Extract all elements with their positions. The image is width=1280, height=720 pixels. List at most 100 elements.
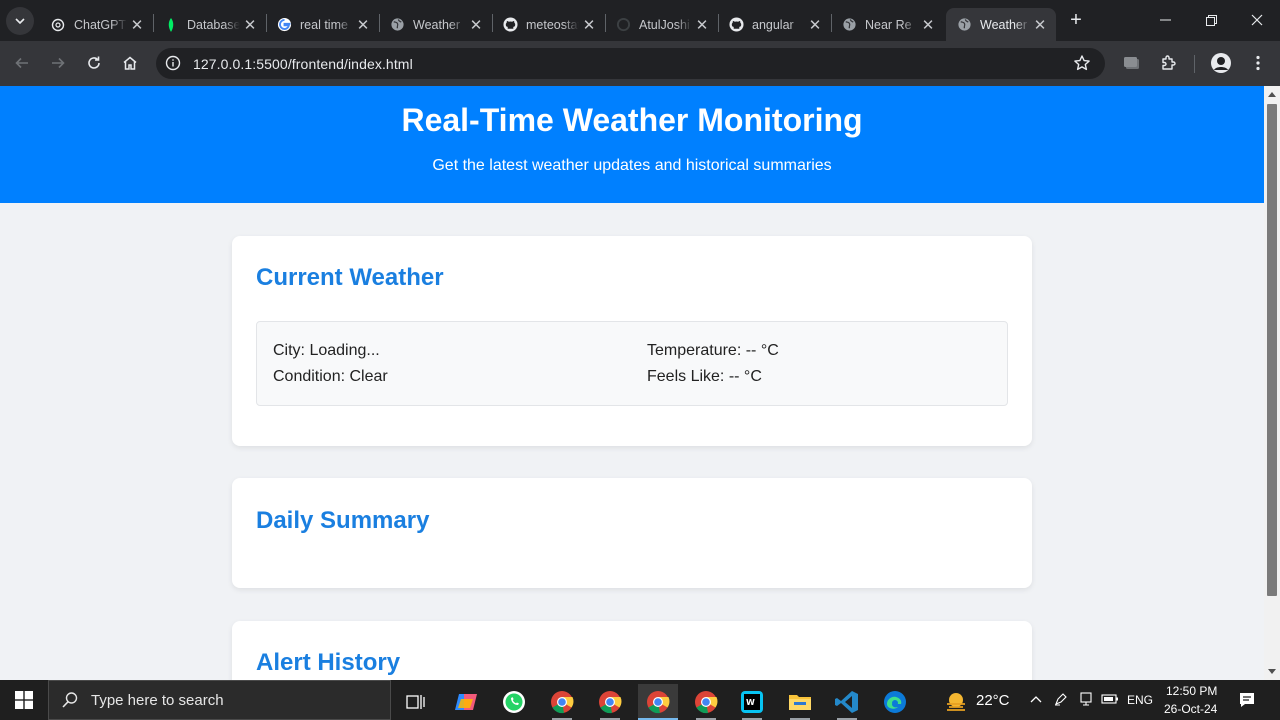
close-icon	[1251, 14, 1263, 26]
taskbar-search-box[interactable]: Type here to search	[48, 680, 391, 720]
tab-search-button[interactable]	[6, 7, 34, 35]
browser-tab-strip: ChatGPT ✕ Database ✕ real time ✕ Weather…	[0, 0, 1280, 41]
tab-title: Near Re	[865, 17, 912, 32]
reload-button[interactable]	[82, 51, 106, 75]
scroll-up-arrow-icon[interactable]	[1268, 92, 1276, 97]
scroll-down-arrow-icon[interactable]	[1268, 669, 1276, 674]
search-icon	[62, 692, 78, 708]
extensions-button[interactable]	[1157, 51, 1181, 75]
close-tab-icon[interactable]: ✕	[918, 16, 938, 34]
task-view-icon	[406, 695, 425, 709]
globe-icon	[389, 17, 405, 33]
feels-like-text: Feels Like: -- °C	[647, 368, 762, 385]
close-tab-icon[interactable]: ✕	[692, 16, 712, 34]
site-info-icon[interactable]	[165, 55, 181, 76]
taskbar-chrome-profile-a[interactable]	[542, 684, 582, 720]
edge-icon	[884, 691, 906, 713]
tab-title: AtulJoshi	[639, 17, 690, 32]
close-tab-icon[interactable]: ✕	[805, 16, 825, 34]
tab-title: Weather	[413, 17, 461, 32]
bookmark-star-icon[interactable]	[1073, 54, 1091, 77]
close-window-button[interactable]	[1234, 0, 1280, 40]
tab-title: Weather	[980, 17, 1028, 32]
home-icon	[123, 56, 137, 70]
address-bar[interactable]: 127.0.0.1:5500/frontend/index.html	[156, 48, 1105, 79]
current-weather-card: Current Weather City: Loading... Conditi…	[232, 236, 1032, 446]
arrow-left-icon	[15, 57, 28, 69]
notifications-icon[interactable]	[1238, 691, 1256, 712]
taskbar-chrome-profile-b[interactable]	[590, 684, 630, 720]
minimize-button[interactable]	[1142, 0, 1188, 40]
svg-text:W: W	[746, 698, 755, 707]
weather-haze-icon	[947, 693, 965, 711]
restore-icon	[1205, 14, 1217, 26]
chevron-down-icon	[15, 18, 25, 24]
taskbar-webstorm[interactable]: W	[732, 684, 772, 720]
tab-title: ChatGPT	[74, 17, 127, 32]
tab-title: meteostat	[526, 17, 579, 32]
profile-avatar[interactable]	[1209, 51, 1233, 75]
taskbar-file-explorer[interactable]	[780, 684, 820, 720]
close-tab-icon[interactable]: ✕	[353, 16, 373, 34]
tab-near-re[interactable]: Near Re ✕	[831, 8, 944, 41]
chatgpt-icon	[50, 17, 66, 33]
clock-date[interactable]: 26-Oct-24	[1164, 702, 1217, 716]
weather-widget[interactable]	[936, 684, 976, 720]
taskbar-vscode[interactable]	[827, 684, 867, 720]
tab-real-time[interactable]: real time ✕	[266, 8, 379, 41]
temperature-text: Temperature: -- °C	[647, 342, 779, 359]
pen-icon[interactable]	[1053, 691, 1069, 710]
mongodb-leaf-icon	[163, 17, 179, 33]
home-button[interactable]	[118, 51, 142, 75]
chrome-icon	[695, 691, 718, 714]
tab-weather[interactable]: Weather ✕	[379, 8, 492, 41]
search-placeholder: Type here to search	[91, 691, 224, 709]
clock-time[interactable]: 12:50 PM	[1166, 684, 1217, 698]
close-tab-icon[interactable]: ✕	[466, 16, 486, 34]
copilot-icon	[455, 694, 477, 710]
page-header: Real-Time Weather Monitoring Get the lat…	[0, 86, 1264, 203]
taskbar-chrome-profile-d[interactable]	[686, 684, 726, 720]
alert-history-heading: Alert History	[256, 649, 401, 676]
condition-text: Condition: Clear	[273, 368, 388, 385]
tab-groups-button[interactable]	[1120, 51, 1144, 75]
browser-toolbar: 127.0.0.1:5500/frontend/index.html	[0, 41, 1280, 86]
back-button[interactable]	[10, 51, 34, 75]
restore-button[interactable]	[1188, 0, 1234, 40]
tab-weather-active[interactable]: Weather ✕	[946, 8, 1056, 41]
vertical-scrollbar[interactable]	[1264, 86, 1280, 680]
close-tab-icon[interactable]: ✕	[579, 16, 599, 34]
browser-menu-button[interactable]	[1246, 51, 1270, 75]
kebab-menu-icon	[1256, 55, 1260, 71]
tab-angular[interactable]: angular ✕	[718, 8, 831, 41]
network-icon[interactable]	[1078, 691, 1094, 710]
start-button[interactable]	[0, 680, 48, 720]
forward-button[interactable]	[46, 51, 70, 75]
close-tab-icon[interactable]: ✕	[127, 16, 147, 34]
chrome-icon	[551, 691, 574, 714]
close-tab-icon[interactable]: ✕	[240, 16, 260, 34]
close-tab-icon[interactable]: ✕	[1030, 16, 1050, 34]
reload-icon	[88, 56, 100, 69]
scrollbar-thumb[interactable]	[1267, 104, 1277, 596]
tab-meteostat[interactable]: meteostat ✕	[492, 8, 605, 41]
new-tab-button[interactable]: +	[1064, 9, 1088, 33]
github-icon	[502, 17, 518, 33]
task-view-button[interactable]	[396, 684, 436, 720]
page-subtitle: Get the latest weather updates and histo…	[432, 157, 832, 174]
taskbar-chrome-profile-c[interactable]	[638, 684, 678, 720]
battery-icon[interactable]	[1101, 691, 1119, 710]
daily-summary-heading: Daily Summary	[256, 507, 430, 534]
tab-title: Database	[187, 17, 240, 32]
taskbar-copilot[interactable]	[446, 684, 486, 720]
page-title: Real-Time Weather Monitoring	[401, 102, 863, 138]
tab-chatgpt[interactable]: ChatGPT ✕	[40, 8, 153, 41]
taskbar-edge[interactable]	[875, 684, 915, 720]
tab-database[interactable]: Database ✕	[153, 8, 266, 41]
show-hidden-icons-chevron-icon[interactable]	[1030, 691, 1042, 706]
tab-atuljoshi[interactable]: AtulJoshi ✕	[605, 8, 718, 41]
taskbar-whatsapp[interactable]	[494, 684, 534, 720]
windows-logo-icon	[15, 691, 33, 709]
tab-title: angular	[752, 17, 794, 32]
language-indicator[interactable]: ENG	[1127, 693, 1153, 707]
